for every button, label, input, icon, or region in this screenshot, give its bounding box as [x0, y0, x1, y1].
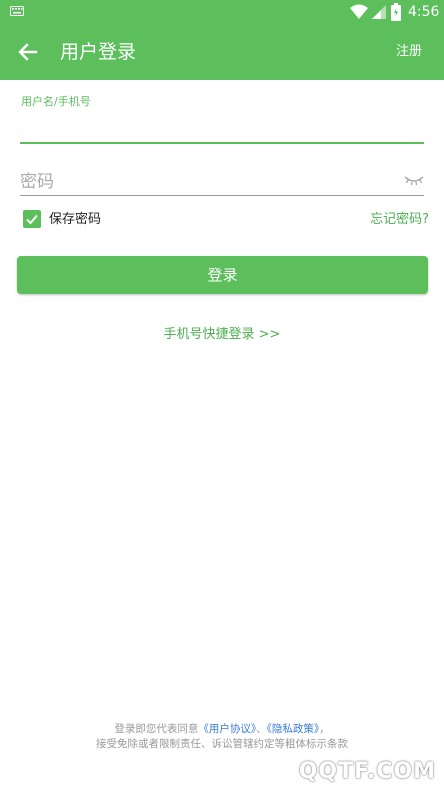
- agreement-line-2: 接受免除或者限制责任、诉讼管辖约定等粗体标示条款: [96, 738, 348, 750]
- battery-icon: [391, 3, 401, 21]
- password-underline: [20, 195, 424, 196]
- agreement-suffix: ，: [319, 723, 330, 735]
- username-input[interactable]: [20, 114, 424, 140]
- signal-icon: [372, 5, 386, 19]
- check-icon: [26, 214, 38, 225]
- app-bar: 用户登录 注册: [0, 24, 444, 80]
- agreement-notice: 登录即您代表同意《用户协议》、《隐私政策》， 接受免除或者限制责任、诉讼管辖约定…: [0, 722, 444, 752]
- username-label: 用户名/手机号: [21, 95, 91, 108]
- wifi-icon: [350, 4, 368, 19]
- page-title: 用户登录: [60, 41, 137, 63]
- save-password-checkbox[interactable]: [23, 210, 41, 228]
- status-time: 4:56: [408, 4, 440, 20]
- eye-closed-icon[interactable]: [404, 174, 424, 186]
- forgot-password-link[interactable]: 忘记密码?: [370, 211, 429, 229]
- watermark: QQTF.COM: [298, 759, 436, 784]
- back-arrow-icon[interactable]: [14, 38, 42, 66]
- keyboard-icon: [10, 6, 24, 16]
- privacy-policy-link[interactable]: 《隐私政策》: [267, 723, 320, 735]
- status-bar: 4:56: [0, 0, 444, 24]
- agreement-separator: 、: [256, 723, 267, 735]
- password-input[interactable]: [20, 168, 390, 196]
- save-password-label[interactable]: 保存密码: [49, 211, 101, 229]
- agreement-line-1: 登录即您代表同意《用户协议》、《隐私政策》，: [0, 722, 444, 737]
- username-underline: [20, 142, 424, 144]
- register-button[interactable]: 注册: [396, 41, 422, 63]
- login-button[interactable]: 登录: [17, 256, 428, 294]
- user-agreement-link[interactable]: 《用户协议》: [198, 723, 256, 735]
- agreement-prefix: 登录即您代表同意: [114, 723, 199, 735]
- phone-quick-login-link[interactable]: 手机号快捷登录 >>: [0, 326, 444, 344]
